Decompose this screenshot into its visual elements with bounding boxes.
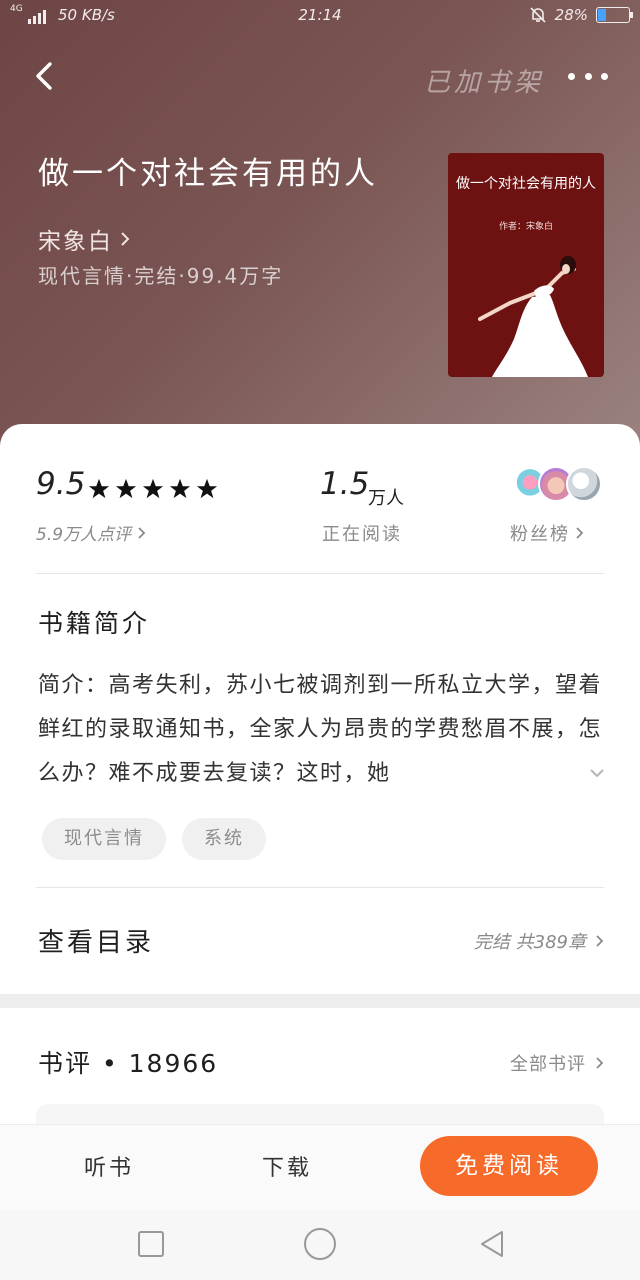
star-icon xyxy=(88,478,110,499)
avatar xyxy=(566,466,602,502)
chevron-down-icon[interactable] xyxy=(586,764,608,782)
reading-unit: 万人 xyxy=(368,488,404,509)
author-name: 宋象白 xyxy=(38,229,113,255)
recent-apps-icon[interactable] xyxy=(138,1231,164,1257)
tag-chip[interactable]: 系统 xyxy=(182,818,266,860)
cover-author: 作者：宋象白 xyxy=(498,222,553,232)
free-read-button[interactable]: 免费阅读 xyxy=(420,1136,598,1196)
star-icon xyxy=(115,478,137,499)
star-rating xyxy=(88,478,218,500)
chevron-right-icon xyxy=(576,527,584,539)
download-button[interactable]: 下载 xyxy=(262,1150,312,1182)
rating-count-link[interactable]: 5.9万人点评 xyxy=(36,520,146,545)
chapter-count: 完结 共389章 xyxy=(473,932,586,953)
intro-fade xyxy=(420,752,570,796)
chevron-right-icon xyxy=(596,935,604,947)
star-icon xyxy=(196,478,218,499)
catalog-info[interactable]: 完结 共389章 xyxy=(474,928,604,954)
reviews-heading: 书评 • 18966 xyxy=(38,1049,219,1078)
dancer-illustration xyxy=(478,256,588,377)
alarm-off-icon xyxy=(530,7,546,23)
catalog-link[interactable]: 查看目录 xyxy=(38,922,154,959)
book-title: 做一个对社会有用的人 xyxy=(38,156,378,192)
star-icon xyxy=(169,478,191,499)
fan-avatars[interactable] xyxy=(512,466,604,504)
tag-chip[interactable]: 现代言情 xyxy=(42,818,166,860)
listen-button[interactable]: 听书 xyxy=(84,1150,134,1182)
home-icon[interactable] xyxy=(304,1228,336,1260)
rating-score: 9.5 xyxy=(36,466,86,502)
divider xyxy=(36,887,604,888)
more-button[interactable] xyxy=(568,64,608,88)
section-separator xyxy=(0,994,640,1008)
status-bar: 4G 50 KB/s 21:14 28% xyxy=(0,0,640,32)
book-cover[interactable]: 做一个对社会有用的人 作者：宋象白 xyxy=(448,153,604,377)
chevron-right-icon xyxy=(596,1057,604,1069)
book-meta: 现代言情·完结·99.4万字 xyxy=(38,264,284,288)
divider xyxy=(36,573,604,574)
all-reviews-link[interactable]: 全部书评 xyxy=(510,1050,604,1076)
fans-ranking-link[interactable]: 粉丝榜 xyxy=(510,520,584,546)
reading-count: 1.5 xyxy=(320,466,370,502)
back-arrow-icon xyxy=(36,62,52,90)
star-icon xyxy=(142,478,164,499)
rating-count: 5.9万人点评 xyxy=(36,525,132,545)
chevron-right-icon xyxy=(138,527,146,539)
chevron-right-icon xyxy=(121,232,130,246)
battery-icon xyxy=(596,7,633,23)
reading-label: 正在阅读 xyxy=(322,524,402,545)
added-to-shelf-label[interactable]: 已加书架 xyxy=(424,62,544,99)
author-link[interactable]: 宋象白 xyxy=(38,222,131,256)
cover-title: 做一个对社会有用的人 xyxy=(456,176,596,192)
back-button[interactable] xyxy=(28,58,64,94)
fans-label: 粉丝榜 xyxy=(510,524,570,545)
intro-heading: 书籍简介 xyxy=(38,609,151,638)
status-right: 28% xyxy=(529,6,633,24)
battery-percent: 28% xyxy=(554,6,588,24)
nav-back-icon[interactable] xyxy=(476,1228,508,1260)
all-reviews-label: 全部书评 xyxy=(510,1054,586,1075)
more-dots-icon xyxy=(568,72,575,80)
